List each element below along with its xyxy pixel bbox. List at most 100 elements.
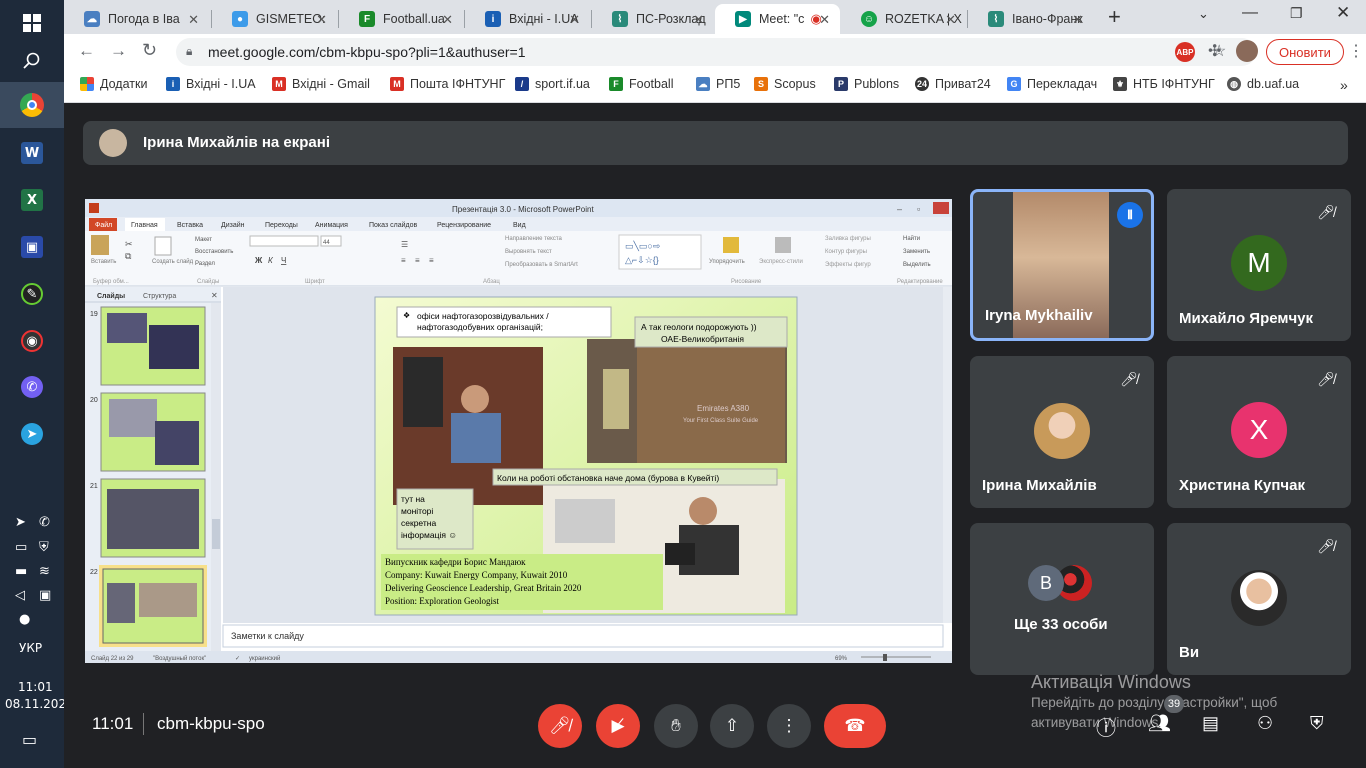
ppt-quick-styles[interactable]: Экспресс-стили [759,259,803,265]
ppt-tab-view[interactable]: Вид [513,222,526,229]
bookmark-apps[interactable]: Додатки [80,77,147,91]
extensions-icon[interactable]: ✣ [1208,41,1221,61]
ppt-tab-review[interactable]: Рецензирование [437,222,491,229]
microphone-icon[interactable]: ● [19,612,30,627]
ppt-arrange[interactable]: Упорядочить [709,259,745,265]
close-tab-icon[interactable]: ✕ [442,12,453,28]
shapes-icon[interactable]: ▭╲▭○⇨ [625,240,661,252]
viber-app-icon[interactable]: ✆ [0,364,64,410]
notifications-icon[interactable]: ▭ [22,730,37,749]
panel-tab-slides[interactable]: Слайды [97,292,125,300]
new-slide-icon[interactable] [154,236,172,256]
ppt-restore-icon[interactable]: ▫ [917,204,920,214]
ppt-minimize-icon[interactable]: – [897,204,902,214]
close-window-icon[interactable]: ✕ [1336,3,1350,23]
arrange-icon[interactable] [723,237,739,253]
participant-tile[interactable]: 🎤︎̸ Х Христина Купчак [1167,356,1351,508]
panel-scroll-thumb[interactable] [212,519,220,549]
tab-weather[interactable]: ☁ Погода в Іва ✕ [64,4,209,34]
word-app-icon[interactable]: W [0,130,64,176]
ppt-close-button[interactable] [933,202,949,214]
lock-icon[interactable]: 🔒︎ [186,44,192,59]
chat-icon[interactable]: ▤ [1202,713,1219,734]
update-button[interactable]: Оновити [1266,39,1344,65]
meeting-info-icon[interactable]: ⓘ [1096,712,1116,741]
tray-viber-icon[interactable]: ✆ [39,515,50,530]
forward-icon[interactable]: → [110,41,127,61]
status-zoom[interactable]: 69% [835,656,848,662]
bookmark-iua[interactable]: i Вхідні - I.UA [166,77,256,91]
host-controls-icon[interactable]: ⛨ [1310,713,1324,734]
quick-styles-icon[interactable] [775,237,791,253]
ppt-tab-home[interactable]: Главная [131,222,158,229]
bookmark-publons[interactable]: P Publons [834,77,899,91]
more-bookmarks-icon[interactable]: » [1340,77,1348,93]
bookmark-mail-ifntung[interactable]: M Пошта ІФНТУНГ [390,77,505,91]
align-center-icon[interactable]: ≡ [415,256,420,265]
ppt-smartart[interactable]: Преобразовать в SmartArt [505,262,578,268]
ppt-replace[interactable]: Заменить [903,249,930,255]
tray-display-icon[interactable]: ▭ [15,540,27,555]
leave-call-button[interactable]: ☎ [824,704,886,748]
minimize-icon[interactable]: — [1242,4,1258,22]
copy-icon[interactable]: ⧉ [125,251,132,261]
chrome-app-icon[interactable] [0,82,64,128]
tab-schedule[interactable]: ⌇ ПС-Розклад ✕ [592,4,714,34]
ppt-text-direction[interactable]: Направление текста [505,236,563,242]
underline-icon[interactable]: Ч [281,256,286,265]
ppt-layout[interactable]: Макет [195,237,212,243]
camera-toggle-button[interactable]: ▶̸ [596,704,640,748]
ppt-find[interactable]: Найти [903,235,920,242]
notes-pane[interactable] [222,624,944,648]
ppt-tab-slideshow[interactable]: Показ слайдов [369,221,417,229]
restore-icon[interactable]: ❐ [1290,5,1303,22]
panel-close-icon[interactable]: ✕ [211,291,218,300]
bookmark-translate[interactable]: G Перекладач [1007,77,1097,91]
telegram-app-icon[interactable]: ➤ [0,411,64,457]
activities-icon[interactable]: ⚇ [1257,713,1273,734]
people-icon[interactable]: 👥︎ [1148,713,1171,734]
panel-tab-outline[interactable]: Структура [143,293,176,300]
bookmark-privat24[interactable]: 24 Приват24 [915,77,991,91]
tray-app-icon[interactable]: ▣ [39,588,51,603]
battery-icon[interactable]: ▬ [15,564,27,579]
self-tile[interactable]: 🎤︎̸ Ви [1167,523,1351,675]
participant-tile[interactable]: 🎤︎̸ Ірина Михайлів [970,356,1154,508]
participant-tile[interactable]: 🎤︎̸ M Михайло Яремчук [1167,189,1351,341]
ppt-select[interactable]: Выделить [903,262,931,268]
raise-hand-button[interactable]: ✋︎ [654,704,698,748]
align-right-icon[interactable]: ≡ [429,256,434,265]
more-options-button[interactable]: ⋮ [767,704,811,748]
bullets-icon[interactable]: ☰ [401,240,408,249]
excel-app-icon[interactable]: X [0,177,64,223]
tab-iua[interactable]: i Вхідні - I.UA ✕ [465,4,590,34]
record-app-icon[interactable]: ◉ [0,318,64,364]
bookmark-gmail[interactable]: M Вхідні - Gmail [272,77,370,91]
back-icon[interactable]: ← [78,41,95,61]
ppt-shape-fill[interactable]: Заливка фигуры [825,236,871,242]
tray-telegram-icon[interactable]: ➤ [15,515,26,530]
ppt-shape-outline[interactable]: Контур фигуры [825,249,867,255]
volume-icon[interactable]: ◁ [15,588,25,603]
panel-scrollbar[interactable] [211,303,221,651]
tray-security-icon[interactable]: ⛨ [39,540,49,555]
ppt-shape-effects[interactable]: Эффекты фигур [825,262,871,268]
ppt-tab-file[interactable]: Файл [95,221,112,229]
close-tab-icon[interactable]: ✕ [316,12,327,28]
bold-icon[interactable]: Ж [254,256,263,265]
notes-placeholder[interactable]: Заметки к слайду [231,631,304,641]
menu-kebab-icon[interactable]: ⋮ [1348,41,1364,61]
bookmark-scopus[interactable]: S Scopus [754,77,816,91]
language-indicator[interactable]: УКР [19,641,42,655]
ppt-new-slide-label[interactable]: Создать слайд [152,258,194,265]
bookmark-ntb[interactable]: ⚜ НТБ ІФНТУНГ [1113,77,1215,91]
ppt-tab-design[interactable]: Дизайн [221,221,245,229]
ppt-reset[interactable]: Восстановить [195,249,233,255]
bookmark-db-uaf[interactable]: ◍ db.uaf.ua [1227,77,1299,91]
close-tab-icon[interactable]: ✕ [693,12,704,28]
url-text[interactable]: meet.google.com/cbm-kbpu-spo?pli=1&authu… [208,44,526,60]
close-tab-icon[interactable]: ✕ [569,12,580,28]
cut-icon[interactable]: ✂ [125,239,133,249]
font-size-value[interactable]: 44 [323,240,330,246]
bookmark-sport[interactable]: / sport.if.ua [515,77,590,91]
